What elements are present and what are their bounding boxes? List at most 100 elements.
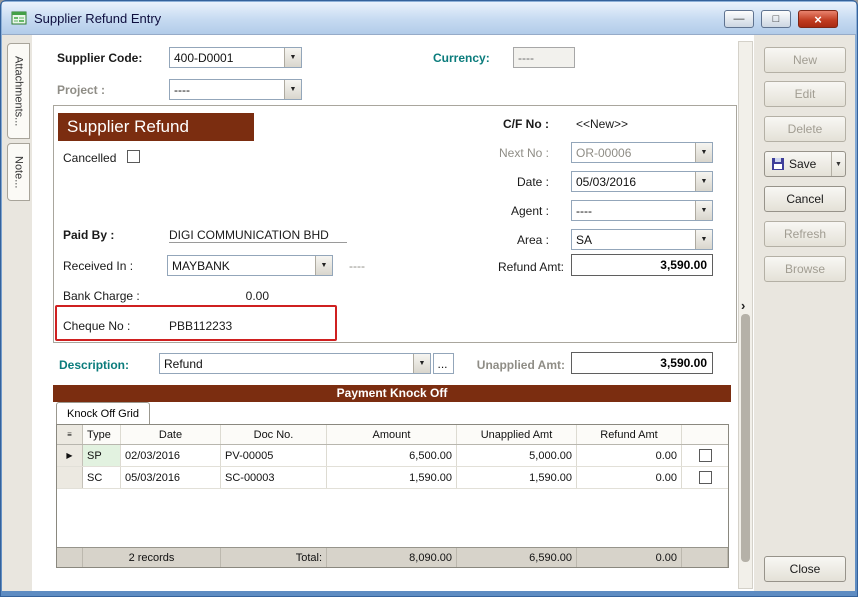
refund-amt-field[interactable]: 3,590.00 [571, 254, 713, 276]
supplier-refund-banner: Supplier Refund [58, 113, 254, 141]
cell-doc-no[interactable]: PV-00005 [221, 445, 327, 466]
cell-type[interactable]: SC [83, 467, 121, 488]
cheque-no-value[interactable]: PBB112233 [169, 319, 232, 333]
window-title: Supplier Refund Entry [34, 11, 161, 26]
area-dropdown-icon[interactable]: ▼ [695, 230, 712, 249]
date-label: Date : [454, 175, 549, 189]
description-dropdown-icon[interactable]: ▼ [413, 354, 430, 373]
tab-knock-off-grid[interactable]: Knock Off Grid [56, 402, 150, 424]
currency-label: Currency: [433, 51, 490, 65]
cell-refund[interactable]: 0.00 [577, 445, 682, 466]
agent-value: ---- [572, 201, 695, 220]
cell-refund[interactable]: 0.00 [577, 467, 682, 488]
received-in-label: Received In : [63, 259, 133, 273]
cell-amount[interactable]: 1,590.00 [327, 467, 457, 488]
tab-note-label: Note... [13, 156, 25, 188]
record-count: 2 records [83, 548, 221, 567]
unapplied-amt-field: 3,590.00 [571, 352, 713, 374]
description-more-button[interactable]: ... [433, 353, 454, 374]
bank-charge-value[interactable]: 0.00 [169, 289, 269, 303]
ellipsis-icon: ... [434, 354, 453, 373]
col-date[interactable]: Date [121, 425, 221, 444]
area-label: Area : [454, 233, 549, 247]
project-dropdown-icon[interactable]: ▼ [284, 80, 301, 99]
received-in-combobox[interactable]: MAYBANK ▼ [167, 255, 333, 276]
tab-attachments[interactable]: Attachments... [7, 43, 30, 139]
refresh-button[interactable]: Refresh [764, 221, 846, 247]
col-select [682, 425, 728, 444]
scrollbar-thumb[interactable] [741, 314, 750, 562]
col-amount[interactable]: Amount [327, 425, 457, 444]
supplier-refund-entry-window: Supplier Refund Entry — □ × Attachments.… [0, 0, 858, 597]
next-no-combobox[interactable]: OR-00006 ▼ [571, 142, 713, 163]
total-label: Total: [221, 548, 327, 567]
next-no-value: OR-00006 [572, 143, 695, 162]
grid-menu-icon[interactable]: ≡ [57, 425, 83, 444]
supplier-code-value: 400-D0001 [170, 48, 284, 67]
area-value: SA [572, 230, 695, 249]
agent-combobox[interactable]: ---- ▼ [571, 200, 713, 221]
cf-no-value: <<New>> [576, 117, 628, 131]
col-doc-no[interactable]: Doc No. [221, 425, 327, 444]
project-combobox[interactable]: ---- ▼ [169, 79, 302, 100]
cell-date[interactable]: 05/03/2016 [121, 467, 221, 488]
tab-note[interactable]: Note... [7, 143, 30, 201]
minimize-button[interactable]: — [724, 10, 754, 28]
date-combobox[interactable]: 05/03/2016 ▼ [571, 171, 713, 192]
vertical-scrollbar[interactable]: › [738, 41, 753, 589]
grid-footer: 2 records Total: 8,090.00 6,590.00 0.00 [57, 547, 728, 567]
area-combobox[interactable]: SA ▼ [571, 229, 713, 250]
currency-field: ---- [513, 47, 575, 68]
payment-knock-off-header: Payment Knock Off [53, 385, 731, 402]
row-indicator-icon: ▶ [57, 445, 83, 466]
cancelled-checkbox[interactable] [127, 150, 140, 163]
collapse-chevron-icon[interactable]: › [741, 298, 745, 313]
col-unapplied-amt[interactable]: Unapplied Amt [457, 425, 577, 444]
next-no-dropdown-icon[interactable]: ▼ [695, 143, 712, 162]
grid-row-2[interactable]: SC 05/03/2016 SC-00003 1,590.00 1,590.00… [57, 467, 728, 489]
cell-unapplied[interactable]: 1,590.00 [457, 467, 577, 488]
cell-amount[interactable]: 6,500.00 [327, 445, 457, 466]
total-refund: 0.00 [577, 548, 682, 567]
grid-row-1[interactable]: ▶ SP 02/03/2016 PV-00005 6,500.00 5,000.… [57, 445, 728, 467]
close-button[interactable]: Close [764, 556, 846, 582]
cell-type[interactable]: SP [83, 445, 121, 466]
date-dropdown-icon[interactable]: ▼ [695, 172, 712, 191]
new-button[interactable]: New [764, 47, 846, 73]
col-type[interactable]: Type [83, 425, 121, 444]
date-value: 05/03/2016 [572, 172, 695, 191]
save-button[interactable]: Save ▼ [764, 151, 846, 177]
agent-dropdown-icon[interactable]: ▼ [695, 201, 712, 220]
cheque-no-label: Cheque No : [63, 319, 130, 333]
cancel-button[interactable]: Cancel [764, 186, 846, 212]
col-refund-amt[interactable]: Refund Amt [577, 425, 682, 444]
row-2-checkbox[interactable] [699, 471, 712, 484]
delete-button[interactable]: Delete [764, 116, 846, 142]
description-label: Description: [59, 358, 129, 372]
cell-doc-no[interactable]: SC-00003 [221, 467, 327, 488]
row-indicator-empty [57, 467, 83, 488]
cell-date[interactable]: 02/03/2016 [121, 445, 221, 466]
project-value: ---- [170, 80, 284, 99]
agent-label: Agent : [454, 204, 549, 218]
save-dropdown-button[interactable]: ▼ [831, 152, 845, 176]
supplier-code-combobox[interactable]: 400-D0001 ▼ [169, 47, 302, 68]
browse-button[interactable]: Browse [764, 256, 846, 282]
paid-by-label: Paid By : [63, 228, 114, 242]
description-combobox[interactable]: Refund ▼ [159, 353, 431, 374]
next-no-label: Next No : [454, 146, 549, 160]
received-in-value: MAYBANK [168, 256, 315, 275]
row-1-checkbox[interactable] [699, 449, 712, 462]
total-amount: 8,090.00 [327, 548, 457, 567]
cell-unapplied[interactable]: 5,000.00 [457, 445, 577, 466]
cf-no-label: C/F No : [454, 117, 549, 131]
app-icon [11, 10, 27, 26]
knock-off-grid: ≡ Type Date Doc No. Amount Unapplied Amt… [56, 424, 729, 568]
save-label: Save [789, 157, 816, 171]
maximize-button[interactable]: □ [761, 10, 791, 28]
close-window-button[interactable]: × [798, 10, 838, 28]
edit-button[interactable]: Edit [764, 81, 846, 107]
supplier-code-label: Supplier Code: [57, 51, 142, 65]
supplier-code-dropdown-icon[interactable]: ▼ [284, 48, 301, 67]
received-in-dropdown-icon[interactable]: ▼ [315, 256, 332, 275]
